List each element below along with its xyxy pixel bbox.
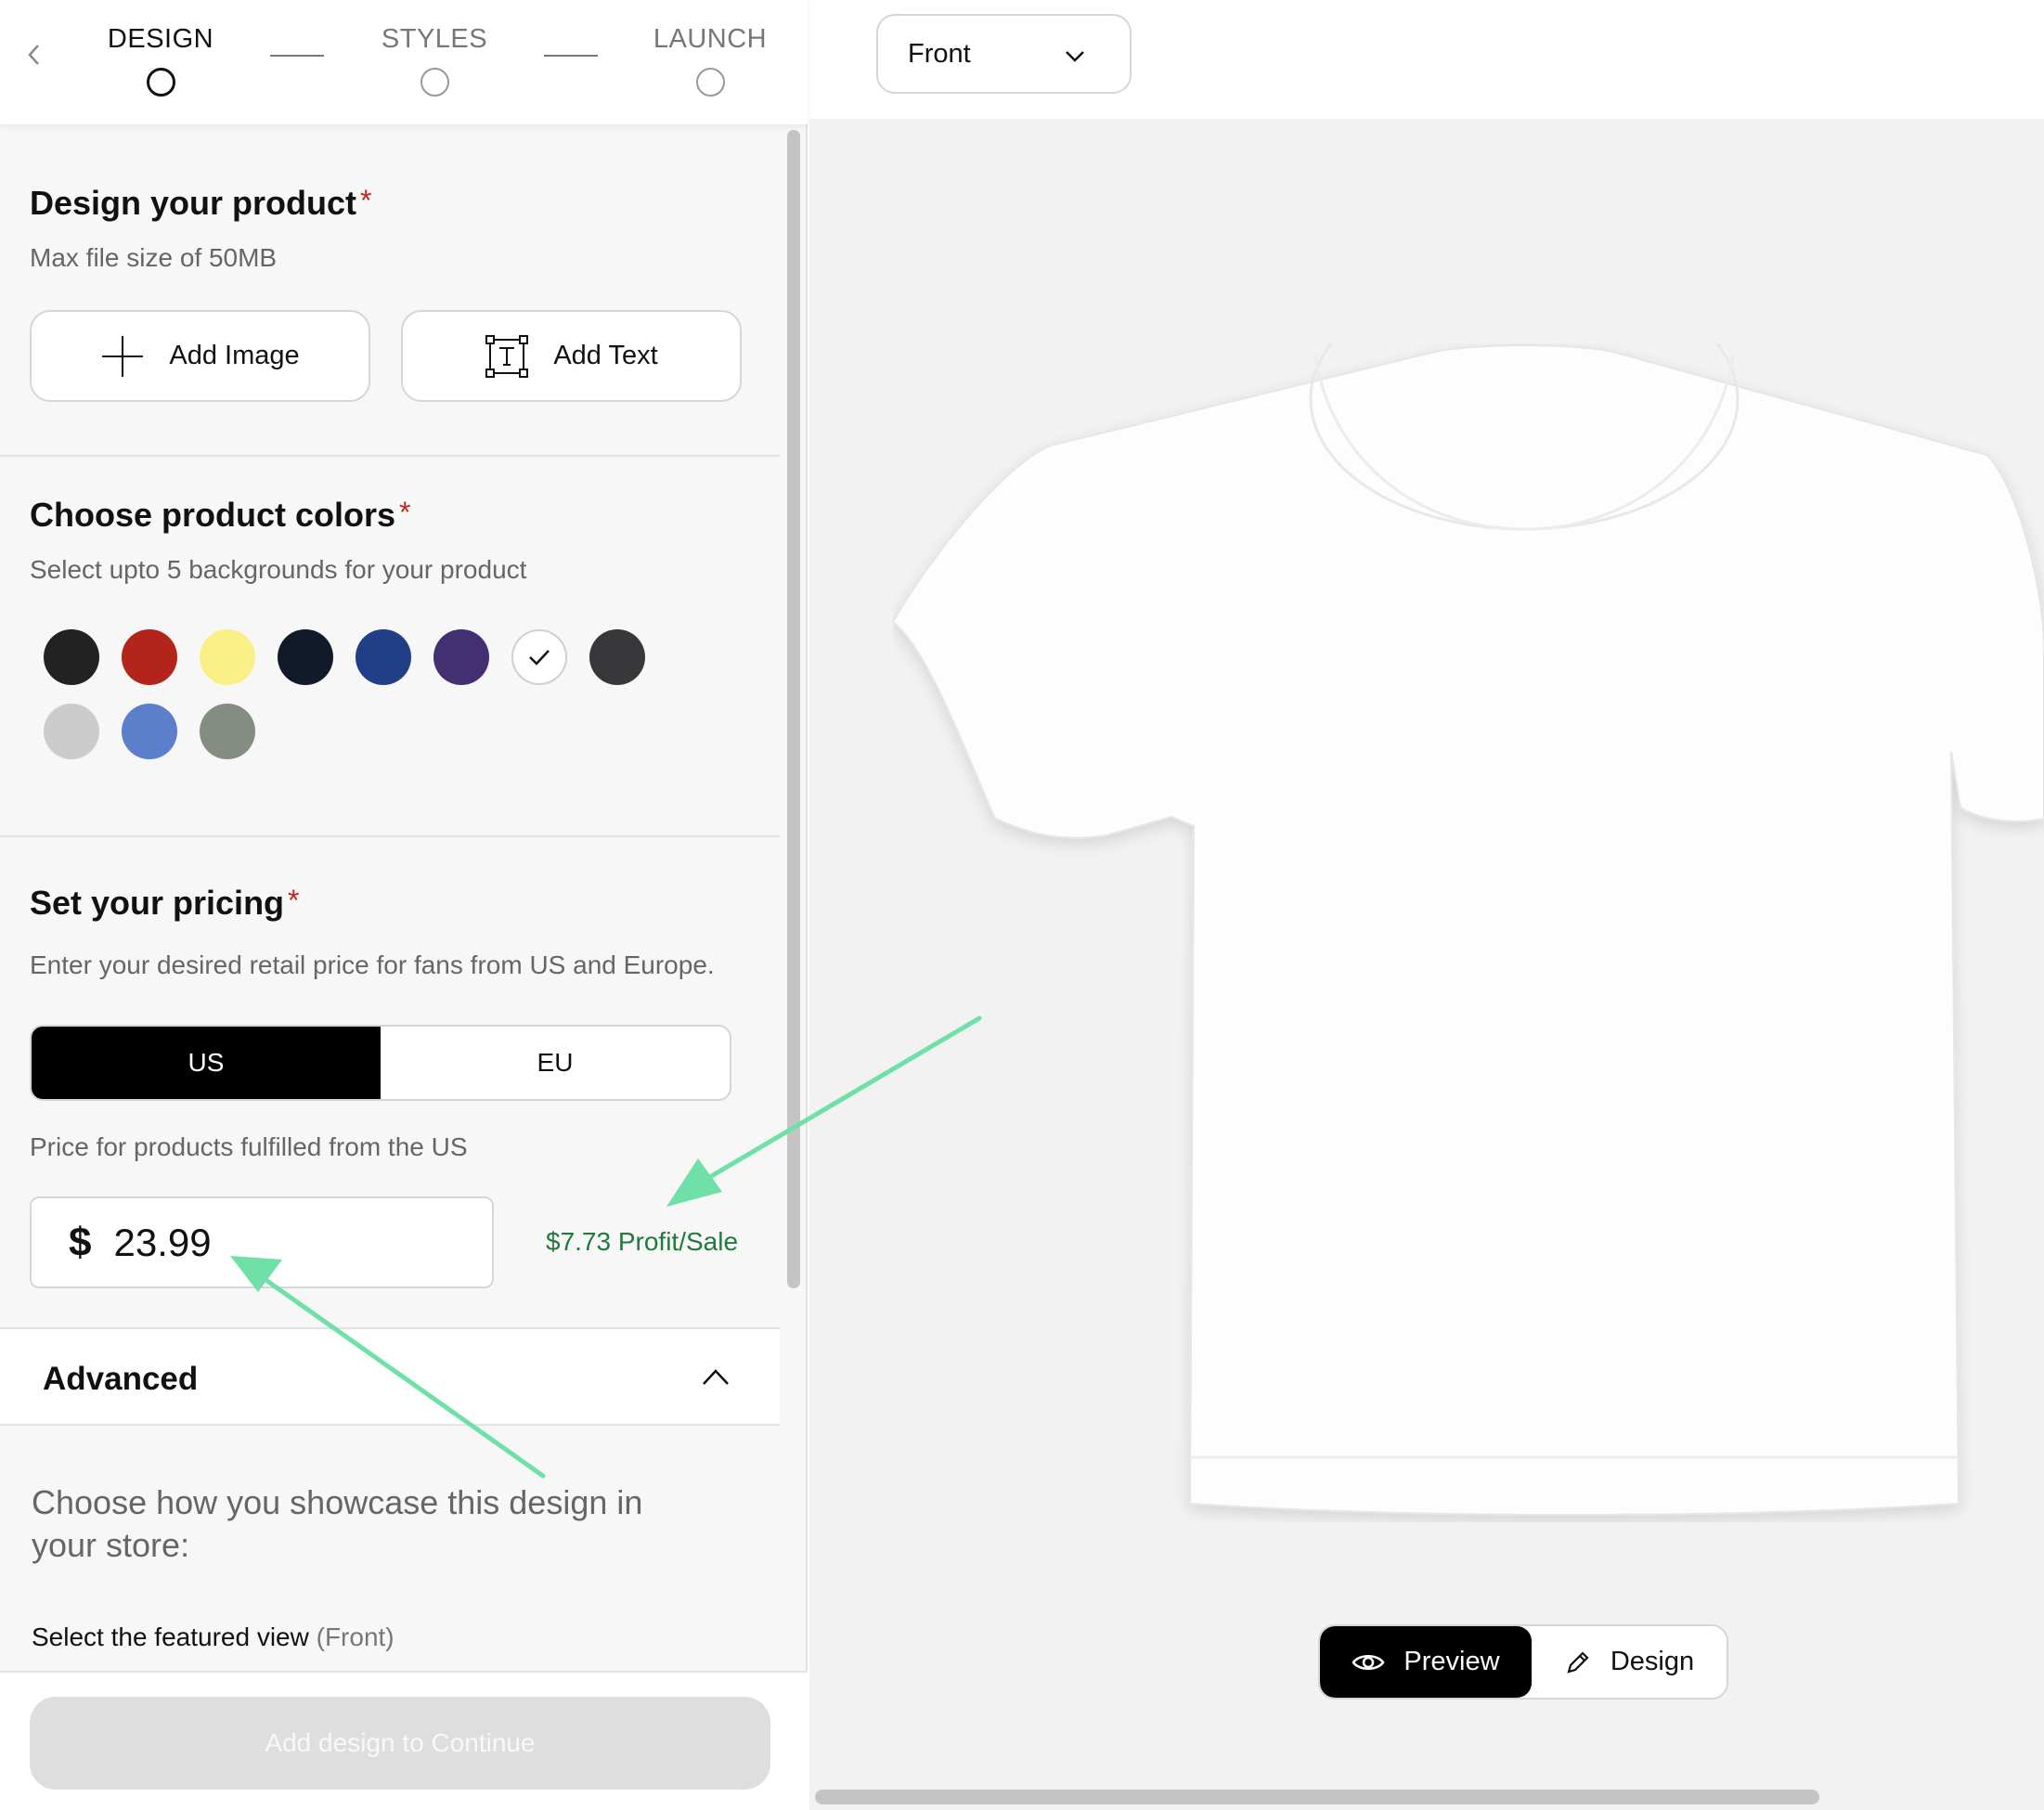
step-indicator — [146, 68, 175, 97]
footer: Add design to Continue — [0, 1671, 808, 1810]
vertical-scrollbar[interactable] — [787, 130, 800, 1288]
step-label: DESIGN — [107, 24, 214, 54]
design-button[interactable]: Design — [1532, 1626, 1727, 1698]
color-swatch-black[interactable] — [44, 629, 99, 685]
continue-button[interactable]: Add design to Continue — [30, 1697, 770, 1790]
pencil-icon — [1567, 1650, 1589, 1674]
horizontal-scrollbar[interactable] — [815, 1790, 1819, 1804]
section-subtitle: Enter your desired retail price for fans… — [30, 950, 715, 979]
step-design[interactable]: DESIGN — [104, 24, 217, 97]
left-panel: DESIGN STYLES LAUNCH Design your product… — [0, 0, 808, 1810]
section-title: Design your product * — [30, 184, 372, 222]
step-styles[interactable]: STYLES — [375, 24, 494, 97]
color-swatch-charcoal[interactable] — [589, 629, 645, 685]
color-swatch-yellow[interactable] — [200, 629, 255, 685]
step-indicator — [695, 68, 725, 97]
add-text-label: Add Text — [553, 341, 658, 370]
design-section: Design your product * Max file size of 50… — [0, 124, 780, 457]
stepper: DESIGN STYLES LAUNCH — [0, 0, 808, 124]
canvas-topbar: Front — [809, 0, 2044, 119]
showcase-text: Choose how you showcase this design in y… — [32, 1483, 643, 1564]
color-swatch-royal-blue[interactable] — [356, 629, 411, 685]
price-value: 23.99 — [113, 1220, 212, 1264]
advanced-header[interactable]: Advanced — [0, 1327, 780, 1426]
profit-per-sale: $7.73 Profit/Sale — [546, 1227, 739, 1256]
fulfillment-note: Price for products fulfilled from the US — [30, 1132, 468, 1161]
design-label: Design — [1610, 1647, 1695, 1676]
plus-icon — [102, 335, 144, 377]
checkmark-icon — [529, 650, 550, 666]
step-launch[interactable]: LAUNCH — [650, 24, 770, 97]
eye-icon — [1352, 1654, 1385, 1670]
preview-label: Preview — [1404, 1647, 1500, 1676]
canvas-panel: Front Preview Design — [809, 0, 2044, 1810]
chevron-down-icon — [1066, 51, 1084, 62]
step-divider — [270, 55, 324, 57]
view-select-value: Front — [908, 38, 971, 69]
color-swatch-navy-black[interactable] — [278, 629, 333, 685]
tshirt-mockup — [893, 343, 2044, 1516]
color-swatch-light-blue[interactable] — [122, 704, 177, 759]
mode-toggle: Preview Design — [1318, 1624, 1728, 1700]
region-toggle: US EU — [30, 1025, 731, 1101]
add-text-button[interactable]: Add Text — [401, 310, 742, 402]
color-swatch-red[interactable] — [122, 629, 177, 685]
color-swatch-light-gray[interactable] — [44, 704, 99, 759]
back-chevron-icon[interactable] — [20, 41, 48, 69]
step-label: STYLES — [381, 24, 488, 54]
step-divider — [544, 55, 598, 57]
section-subtitle: Select upto 5 backgrounds for your produ… — [30, 555, 527, 584]
color-swatch-white[interactable] — [511, 629, 567, 685]
add-image-button[interactable]: Add Image — [30, 310, 370, 402]
text-box-icon — [485, 334, 529, 378]
chevron-up-icon[interactable] — [702, 1366, 730, 1387]
featured-view-value: (Front) — [316, 1623, 395, 1651]
region-us-tab[interactable]: US — [32, 1027, 381, 1099]
currency-symbol: $ — [69, 1219, 92, 1265]
price-input[interactable]: $ 23.99 — [30, 1196, 494, 1288]
section-subtitle: Max file size of 50MB — [30, 243, 278, 272]
color-swatch-purple[interactable] — [433, 629, 489, 685]
preview-button[interactable]: Preview — [1320, 1626, 1532, 1698]
colors-section: Choose product colors * Select upto 5 bac… — [0, 457, 780, 837]
advanced-title: Advanced — [43, 1361, 199, 1397]
step-indicator — [420, 68, 449, 97]
featured-view-label: Select the featured view (Front) — [32, 1623, 395, 1651]
add-image-label: Add Image — [169, 341, 300, 370]
color-swatch-olive-gray[interactable] — [200, 704, 255, 759]
view-select[interactable]: Front — [876, 14, 1132, 94]
step-label: LAUNCH — [653, 24, 768, 54]
region-eu-tab[interactable]: EU — [381, 1027, 730, 1099]
section-title: Set your pricing * — [30, 884, 300, 922]
section-title: Choose product colors * — [30, 496, 411, 534]
